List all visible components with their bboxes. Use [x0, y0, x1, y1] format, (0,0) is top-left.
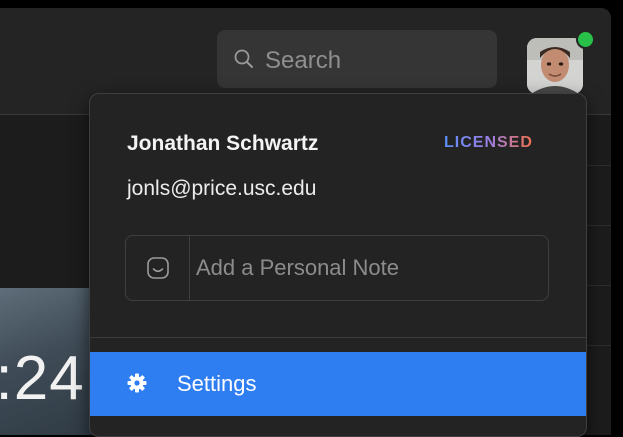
personal-note-placeholder: Add a Personal Note: [196, 255, 400, 280]
clock-text: 2:24: [0, 344, 85, 413]
search-placeholder: Search: [265, 47, 342, 74]
profile-photo: [527, 38, 583, 94]
menu-item-label: Settings: [177, 371, 257, 396]
menu-item-settings[interactable]: Settings: [90, 352, 586, 416]
clock-preview: 2:24: [0, 288, 100, 435]
personal-note-field[interactable]: Add a Personal Note: [125, 235, 549, 301]
avatar[interactable]: [527, 38, 583, 94]
menu-divider: [90, 337, 586, 338]
search-icon: [234, 49, 253, 68]
online-status-indicator: [576, 30, 595, 49]
emoji-button[interactable]: [126, 236, 190, 300]
search-input[interactable]: Search: [217, 30, 497, 88]
user-name: Jonathan Schwartz: [127, 132, 319, 155]
profile-dropdown: Jonathan Schwartz LICENSED jonls@price.u…: [89, 93, 587, 437]
license-badge: LICENSED: [444, 134, 533, 151]
gear-icon: [127, 373, 147, 393]
user-email: jonls@price.usc.edu: [127, 177, 317, 200]
smiley-icon: [147, 257, 169, 279]
